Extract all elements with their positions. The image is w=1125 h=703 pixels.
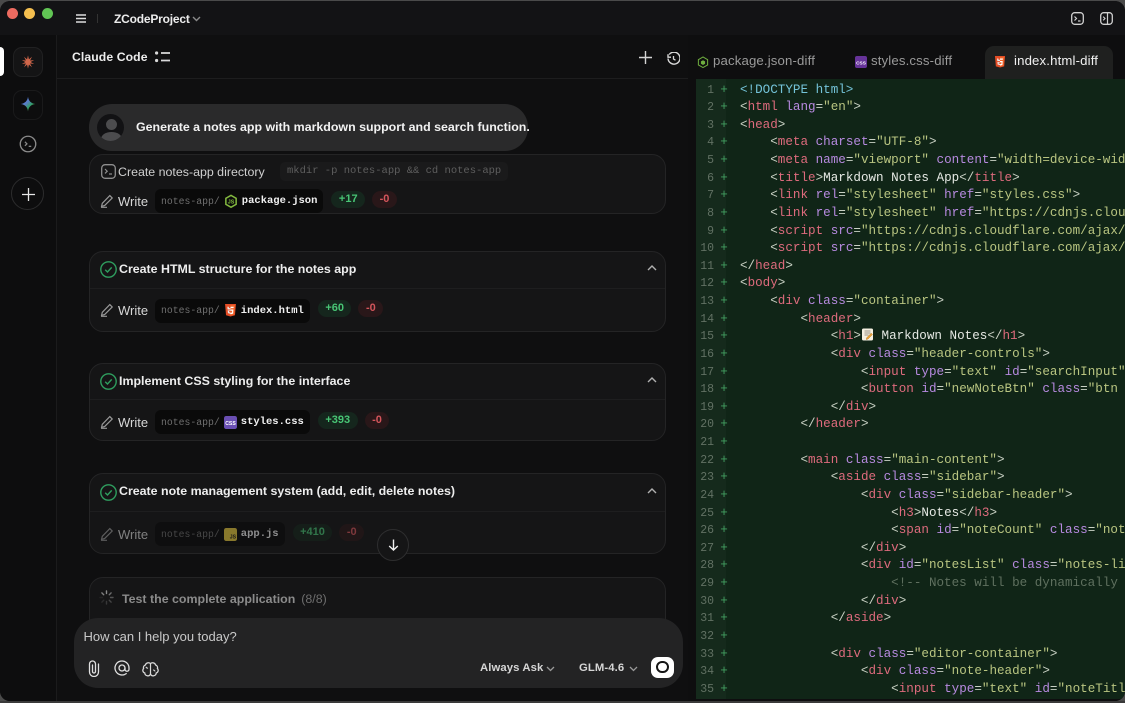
svg-text:JS: JS bbox=[228, 199, 235, 205]
svg-text:CSS: CSS bbox=[225, 420, 236, 426]
svg-text:JS: JS bbox=[230, 534, 237, 540]
svg-text:CSS: CSS bbox=[856, 60, 866, 66]
